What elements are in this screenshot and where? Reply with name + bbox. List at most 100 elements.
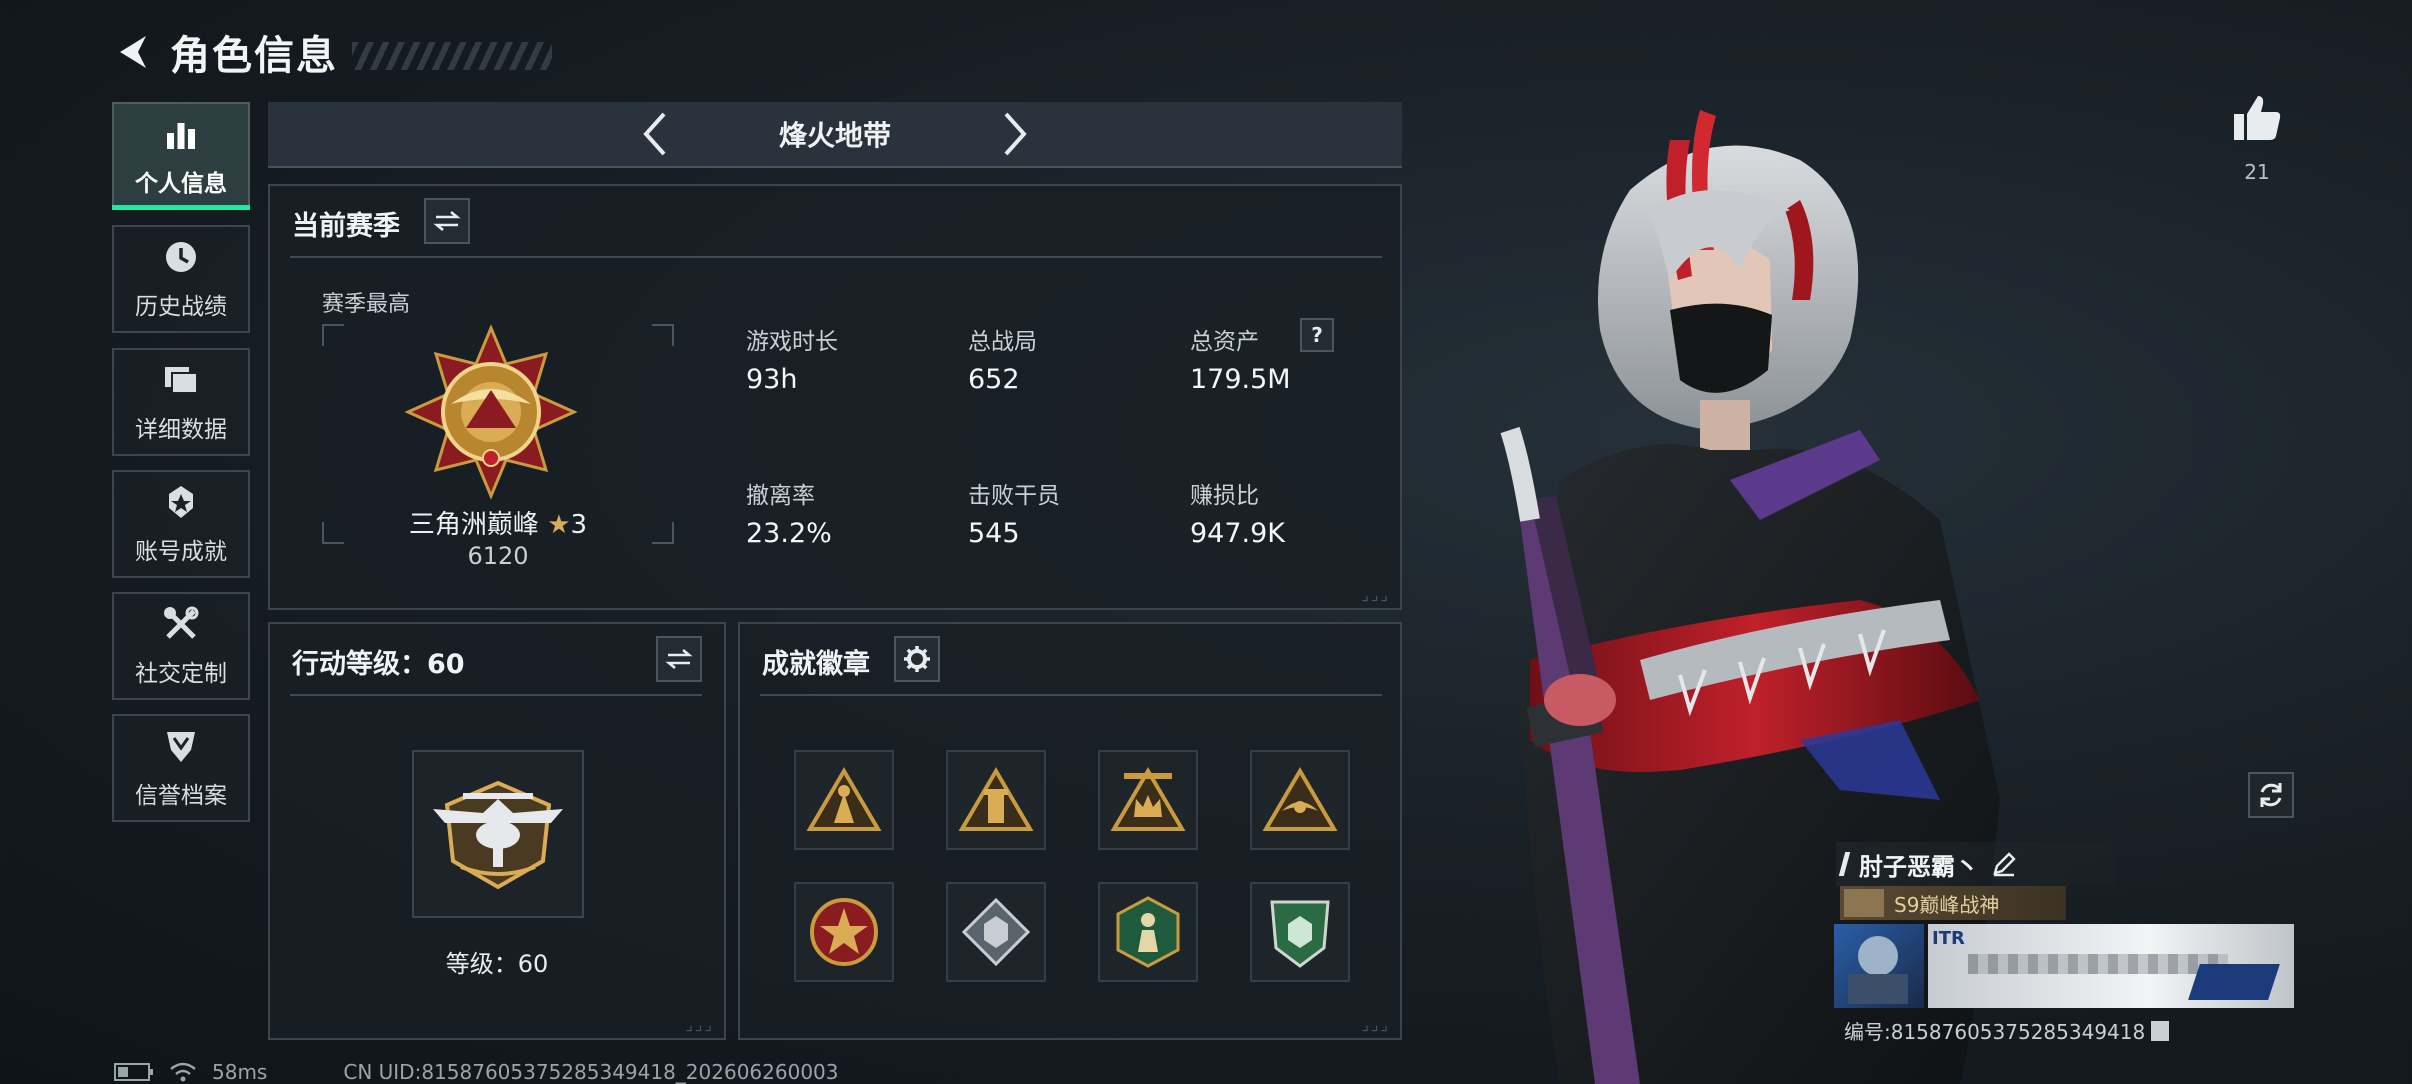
ping-text: 58ms	[212, 1060, 268, 1084]
thumbs-up-icon	[2234, 96, 2281, 140]
season-title: 当前赛季	[292, 211, 400, 242]
sidebar-item-credit[interactable]: 信誉档案	[112, 714, 250, 822]
help-button[interactable]: ?	[1300, 318, 1334, 352]
wifi-icon	[170, 1062, 196, 1082]
star-emblem-badge-icon	[810, 898, 878, 966]
like-button[interactable]	[2224, 94, 2290, 146]
previous-mode-button[interactable]	[625, 104, 685, 164]
swap-arrows-icon	[665, 649, 693, 669]
title-tag-icon	[1844, 889, 1884, 917]
player-id-row: 编号:8158760537528534941​8	[1844, 1016, 2170, 1045]
title-tag-text: S9巅峰战神	[1894, 892, 2000, 917]
player-name-bar: 肘子恶霸丶	[1836, 842, 2116, 886]
achievement-icon	[161, 482, 201, 522]
stat-value: 545	[968, 518, 1020, 549]
badges-settings-button[interactable]	[894, 636, 940, 682]
badges-title: 成就徽章	[762, 649, 870, 680]
player-name: 肘子恶霸丶	[1859, 852, 1979, 881]
header: 角色信息	[110, 22, 552, 82]
badge-slot[interactable]	[1250, 750, 1350, 850]
stat-label: 游戏时长	[746, 329, 838, 355]
sidebar-item-history[interactable]: 历史战绩	[112, 225, 250, 333]
helicopter-emblem-icon	[412, 750, 584, 918]
like-count: 21	[2244, 160, 2270, 184]
edit-pencil-icon[interactable]	[1991, 851, 2017, 877]
badge-slot[interactable]	[1098, 882, 1198, 982]
gold-triangle-badge-icon	[806, 767, 882, 831]
chevron-right-icon	[1004, 112, 1027, 156]
sidebar-item-label: 个人信息	[135, 171, 227, 197]
rank-name-row: 三角洲巅峰 ★3	[322, 504, 674, 541]
action-level-label: 等级：60	[445, 950, 549, 978]
badge-slot[interactable]	[946, 750, 1046, 850]
player-nameplate-card: ITR	[1928, 924, 2294, 1008]
gear-icon	[904, 646, 930, 672]
sidebar-item-label: 信誉档案	[135, 783, 227, 809]
stat-value: 23.2%	[746, 518, 832, 549]
status-bar: 58ms CN UID:8158760537528534941​8_202606…	[114, 1060, 839, 1084]
badge-slot[interactable]	[794, 750, 894, 850]
action-level-swap-button[interactable]	[656, 636, 702, 682]
sidebar-item-label: 社交定制	[135, 661, 227, 687]
divider	[290, 694, 702, 696]
badge-slot[interactable]	[794, 882, 894, 982]
gold-crown-badge-icon	[1110, 767, 1186, 831]
corner-decoration: ⌟⌟⌟	[685, 1015, 714, 1034]
player-avatar	[1834, 924, 1924, 1008]
sidebar-item-label: 账号成就	[135, 539, 227, 565]
badge-slot[interactable]	[1250, 882, 1350, 982]
stat-label: 赚损比	[1190, 483, 1259, 509]
divider	[290, 256, 1382, 258]
badge-slot[interactable]	[946, 882, 1046, 982]
mode-title: 烽火地带	[778, 119, 891, 152]
copy-icon[interactable]	[2151, 1020, 2170, 1041]
action-level-title: 行动等级：60	[292, 649, 465, 680]
uid-text: CN UID:8158760537528534941​8_20260626000…	[343, 1060, 839, 1084]
bar-chart-icon	[161, 114, 201, 154]
back-arrow-icon	[120, 36, 146, 68]
green-shield-badge-icon	[1270, 900, 1330, 968]
refresh-icon	[2260, 783, 2282, 807]
stat-value: 179.5M	[1190, 364, 1291, 395]
player-id: 编号:8158760537528534941​8	[1844, 1020, 2146, 1044]
achievement-badges-panel: 成就徽章 ⌟⌟⌟	[738, 622, 1402, 1040]
stat-value: 947.9K	[1190, 518, 1286, 549]
sidebar-item-personal-info[interactable]: 个人信息	[112, 102, 250, 210]
sidebar-item-social[interactable]: 社交定制	[112, 592, 250, 700]
action-level-panel: 行动等级：60 等级：60 ⌟⌟⌟	[268, 622, 726, 1040]
history-clock-icon	[161, 237, 201, 277]
help-icon: ?	[1311, 323, 1323, 347]
badge-slot[interactable]	[1098, 750, 1198, 850]
divider	[760, 694, 1382, 696]
season-panel: 当前赛季 赛季最高 三角洲巅峰 ★3 6120 游戏时长 93h 总战局 652…	[268, 184, 1402, 610]
stat-label: 击败干员	[968, 483, 1060, 509]
rank-stars: 3	[570, 510, 588, 540]
stat-label: 总资产	[1190, 329, 1259, 355]
sidebar-item-label: 详细数据	[135, 417, 227, 443]
next-mode-button[interactable]	[985, 104, 1045, 164]
chevron-left-icon	[643, 112, 666, 156]
rank-score: 6120	[467, 542, 529, 570]
player-card[interactable]: ITR	[1834, 924, 2294, 1008]
green-hexagon-badge-icon	[1116, 896, 1180, 968]
rotate-button[interactable]	[2248, 772, 2294, 818]
rank-emblem-icon	[396, 324, 586, 508]
battery-icon	[114, 1063, 153, 1081]
gold-tower-badge-icon	[958, 767, 1034, 831]
stat-value: 93h	[746, 364, 798, 395]
season-swap-button[interactable]	[424, 198, 470, 244]
diamond-badge-icon	[961, 897, 1031, 967]
title-decoration	[352, 42, 552, 70]
stat-value: 652	[968, 364, 1020, 395]
swap-arrows-icon	[433, 211, 461, 231]
folder-icon	[161, 360, 201, 400]
page-title: 角色信息	[170, 33, 338, 79]
back-button[interactable]	[110, 28, 158, 76]
season-best-label: 赛季最高	[322, 292, 411, 317]
tools-icon	[161, 604, 201, 644]
sidebar-item-detailed-data[interactable]: 详细数据	[112, 348, 250, 456]
sidebar-item-label: 历史战绩	[135, 294, 227, 320]
mode-switcher: 烽火地带	[268, 102, 1402, 168]
sidebar-item-achievements[interactable]: 账号成就	[112, 470, 250, 578]
stat-label: 撤离率	[746, 483, 815, 509]
